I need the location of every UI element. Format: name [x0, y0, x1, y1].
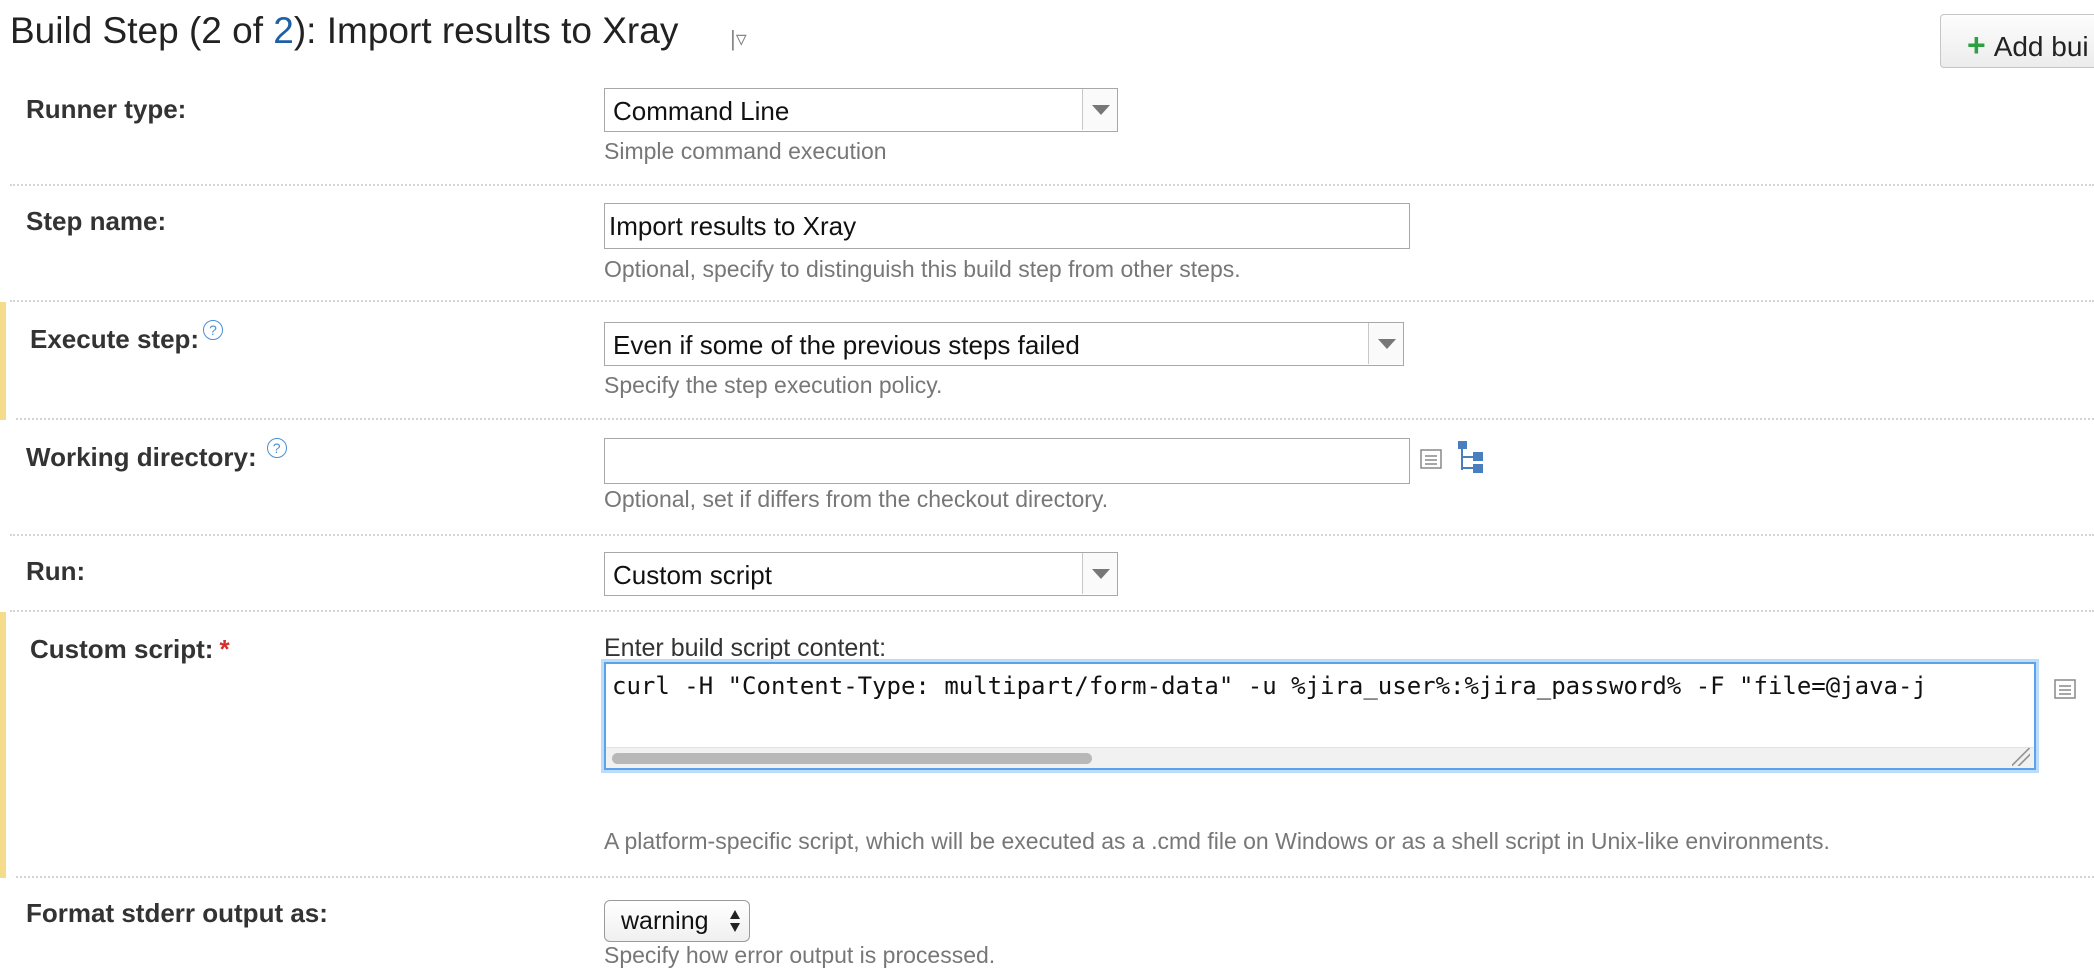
run-value: Custom script [613, 560, 772, 590]
run-select[interactable]: Custom script [604, 552, 1118, 596]
add-button-label: Add bui [1993, 31, 2089, 62]
chevron-down-icon [1368, 323, 1403, 364]
runner-type-value: Command Line [613, 96, 790, 126]
format-stderr-note: Specify how error output is processed. [604, 942, 996, 968]
step-name-row: Step name: Import results to Xray Option… [0, 186, 2094, 302]
dropdown-menu-icon[interactable]: |▿ [730, 26, 747, 52]
list-icon[interactable] [2054, 678, 2076, 700]
runner-type-select[interactable]: Command Line [604, 88, 1118, 132]
custom-script-label-group: Custom script: * [30, 634, 230, 665]
working-directory-input[interactable] [604, 438, 1410, 484]
runner-type-label: Runner type: [26, 94, 187, 124]
run-row: Run: Custom script [0, 536, 2094, 612]
execute-step-select[interactable]: Even if some of the previous steps faile… [604, 322, 1404, 366]
updown-arrows-icon [730, 910, 740, 932]
add-build-step-button[interactable]: + Add bui [1940, 14, 2094, 68]
format-stderr-value: warning [621, 907, 709, 935]
execute-step-value: Even if some of the previous steps faile… [613, 330, 1080, 360]
directory-tree-icon[interactable] [1456, 440, 1488, 474]
step-name-input[interactable]: Import results to Xray [604, 203, 1410, 249]
runner-type-row: Runner type: Command Line Simple command… [0, 80, 2094, 186]
working-directory-label: Working directory: [26, 442, 257, 472]
title-suffix: ): Import results to Xray [293, 10, 679, 51]
scrollbar-thumb[interactable] [612, 753, 1092, 764]
run-label: Run: [26, 556, 86, 586]
working-directory-label-group: Working directory:? [26, 438, 287, 473]
page-title: Build Step (2 of 2): Import results to X… [10, 10, 678, 52]
format-stderr-select[interactable]: warning [604, 900, 750, 942]
step-name-label: Step name: [26, 206, 167, 236]
working-directory-row: Working directory:? Optional, set if dif… [0, 420, 2094, 536]
list-icon[interactable] [1420, 448, 1442, 470]
format-stderr-label: Format stderr output as: [26, 898, 328, 928]
title-prefix: Build Step (2 of [10, 10, 274, 51]
runner-type-note: Simple command execution [604, 138, 887, 164]
help-icon[interactable]: ? [203, 320, 224, 340]
step-count-link[interactable]: 2 [273, 10, 294, 51]
resize-grip-icon[interactable] [2012, 748, 2030, 766]
plus-icon: + [1967, 27, 1986, 63]
execute-step-label-group: Execute step:? [30, 320, 224, 355]
execute-step-row: Execute step:? Even if some of the previ… [0, 302, 2094, 420]
chevron-down-icon [1082, 553, 1117, 594]
required-mark: * [219, 634, 230, 664]
execute-step-label: Execute step: [30, 324, 200, 354]
script-content: curl -H "Content-Type: multipart/form-da… [612, 672, 1927, 700]
step-name-note: Optional, specify to distinguish this bu… [604, 256, 1241, 282]
working-directory-note: Optional, set if differs from the checko… [604, 486, 1109, 512]
help-icon[interactable]: ? [266, 438, 287, 458]
chevron-down-icon [1082, 89, 1117, 130]
script-prompt: Enter build script content: [604, 634, 887, 662]
execute-step-note: Specify the step execution policy. [604, 372, 943, 398]
format-stderr-row: Format stderr output as: warning Specify… [0, 878, 2094, 968]
custom-script-label: Custom script: [30, 634, 214, 664]
custom-script-row: Custom script: * Enter build script conte… [0, 612, 2094, 878]
custom-script-note: A platform-specific script, which will b… [604, 828, 1830, 854]
horizontal-scrollbar[interactable] [606, 747, 2034, 768]
script-editor[interactable]: curl -H "Content-Type: multipart/form-da… [604, 662, 2036, 770]
